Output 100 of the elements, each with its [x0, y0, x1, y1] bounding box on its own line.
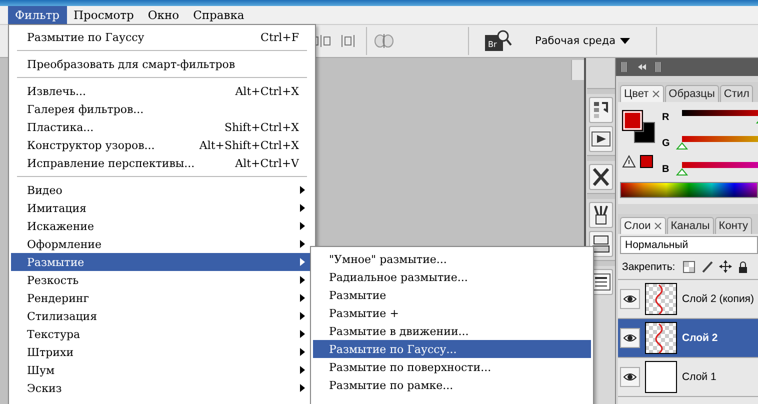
menu-bar-item[interactable]: Просмотр: [66, 6, 141, 24]
dock-grip[interactable]: [586, 88, 614, 94]
panel-tab[interactable]: Каналы: [666, 217, 714, 234]
layer-row[interactable]: Слой 1: [618, 358, 758, 397]
menu-item[interactable]: Искажение: [11, 217, 313, 235]
caret-icon: [620, 37, 630, 45]
brush-icon[interactable]: [701, 260, 714, 272]
menu-item[interactable]: Исправление перспективы... Alt+Ctrl+V: [11, 154, 313, 172]
menu-item[interactable]: Рендеринг: [11, 289, 313, 307]
menu-item[interactable]: Шум: [11, 361, 313, 379]
menu-item[interactable]: Размытие по рамке...: [313, 376, 591, 394]
spectrum-bar[interactable]: [620, 182, 758, 198]
eye-icon[interactable]: [623, 294, 637, 304]
menu-item-label: Рендеринг: [27, 292, 90, 304]
menu-item[interactable]: Галерея фильтров...: [11, 100, 313, 118]
close-icon[interactable]: [652, 90, 660, 98]
panel-tab[interactable]: Цвет: [620, 85, 664, 102]
menu-bar-item[interactable]: Окно: [140, 6, 186, 24]
background-color-swatch[interactable]: [634, 122, 655, 143]
menu-item[interactable]: Размытие в движении...: [313, 322, 591, 340]
slider-thumb[interactable]: [676, 168, 688, 176]
workspace-button[interactable]: Рабочая среда: [521, 35, 648, 47]
layer-thumbnail: [645, 361, 677, 393]
menu-item[interactable]: "Умное" размытие...: [313, 250, 591, 268]
menu-bar-item[interactable]: Фильтр: [8, 6, 67, 24]
move-icon[interactable]: [719, 260, 732, 273]
layer-row[interactable]: Слой 2: [618, 319, 758, 358]
slider-thumb[interactable]: [676, 142, 688, 150]
layer-row[interactable]: Слой 2 (копия): [618, 280, 758, 319]
lock-transparency-icon[interactable]: [683, 260, 696, 272]
layer-thumbnail: [645, 322, 677, 354]
brushes-icon[interactable]: [588, 202, 612, 228]
play-icon[interactable]: [588, 126, 612, 152]
menu-item-label: Галерея фильтров...: [27, 102, 145, 116]
layer-name: Слой 2: [682, 332, 718, 344]
warning-icon[interactable]: [622, 155, 636, 168]
channel-label: G: [662, 138, 670, 148]
menu-item-label: Искажение: [27, 220, 95, 232]
gamut-color-swatch[interactable]: [640, 155, 653, 168]
panel-tab[interactable]: Конту: [714, 217, 752, 234]
layer-name: Слой 2 (копия): [682, 293, 754, 305]
panel-tab[interactable]: Слои: [620, 217, 666, 234]
eye-icon[interactable]: [623, 333, 637, 343]
menu-item[interactable]: Радиальное размытие...: [313, 268, 591, 286]
menu-item-label: Имитация: [27, 202, 88, 214]
menu-item[interactable]: Размытие по поверхности...: [313, 358, 591, 376]
menu-item[interactable]: Размытие: [11, 253, 313, 271]
shortcut-label: Ctrl+F: [260, 30, 299, 44]
menu-item[interactable]: Размытие по Гауссу Ctrl+F: [11, 28, 313, 46]
menu-item-label: Оформление: [27, 238, 103, 250]
menu-item[interactable]: Преобразовать для смарт-фильтров: [11, 55, 313, 73]
menu-item[interactable]: Штрихи: [11, 343, 313, 361]
menu-item-label: Извлечь...: [27, 84, 88, 98]
menu-item[interactable]: Размытие +: [313, 304, 591, 322]
history-icon[interactable]: [588, 97, 612, 123]
menu-item[interactable]: Текстура: [11, 325, 313, 343]
menu-item-label: Шум: [27, 364, 56, 376]
menu-item[interactable]: Резкость: [11, 271, 313, 289]
layer-name: Слой 1: [682, 371, 716, 383]
shortcut-label: Alt+Ctrl+X: [235, 84, 299, 98]
shortcut-label: Alt+Ctrl+V: [235, 156, 299, 170]
menu-item[interactable]: Размытие по Гауссу...: [313, 340, 591, 358]
menu-item[interactable]: Имитация: [11, 199, 313, 217]
lock-label: Закрепить:: [622, 260, 676, 272]
menu-item-label: Пластика...: [27, 120, 95, 134]
menu-item-label: Текстура: [27, 328, 82, 340]
menu-item-label: Видео: [27, 184, 64, 196]
layer-thumbnail: [645, 283, 677, 315]
menu-item[interactable]: Стилизация: [11, 307, 313, 325]
dock-grip[interactable]: [586, 155, 614, 161]
menu-item-label: Конструктор узоров...: [27, 138, 156, 152]
panel-tab[interactable]: Образцы: [664, 85, 719, 102]
menu-item-label: Штрихи: [27, 346, 75, 358]
panel-tab[interactable]: Стил: [720, 85, 754, 102]
menu-item[interactable]: Извлечь... Alt+Ctrl+X: [11, 82, 313, 100]
lock-icon[interactable]: [738, 260, 748, 272]
menu-item[interactable]: Видео: [11, 181, 313, 199]
menu-item-label: Эскиз: [27, 382, 63, 394]
close-icon[interactable]: [654, 222, 662, 230]
eye-icon[interactable]: [623, 372, 637, 382]
menu-item[interactable]: Оформление: [11, 235, 313, 253]
tools-icon[interactable]: [588, 164, 612, 190]
menu-item-label: Преобразовать для смарт-фильтров: [27, 58, 236, 70]
shortcut-label: Shift+Ctrl+X: [224, 120, 299, 134]
menu-item[interactable]: Пластика... Shift+Ctrl+X: [11, 118, 313, 136]
menu-bar-item[interactable]: Справка: [186, 6, 252, 24]
dock-grip[interactable]: [586, 193, 614, 199]
scroll-bar[interactable]: [571, 60, 584, 80]
menu-item[interactable]: Эскиз: [11, 379, 313, 397]
menu-item[interactable]: Размытие: [313, 286, 591, 304]
channel-label: B: [662, 164, 670, 174]
blend-mode-dropdown[interactable]: Нормальный: [620, 236, 758, 254]
channel-label: R: [662, 112, 670, 122]
menu-item-label: Исправление перспективы...: [27, 156, 196, 170]
menu-item-label: Резкость: [27, 274, 80, 286]
menu-item-label: Размытие по Гауссу: [27, 30, 146, 44]
menu-item[interactable]: Конструктор узоров... Alt+Shift+Ctrl+X: [11, 136, 313, 154]
menu-item-label: Размытие: [27, 256, 86, 268]
auto-align-icon[interactable]: [373, 33, 395, 49]
menu-item-label: Стилизация: [27, 310, 98, 322]
